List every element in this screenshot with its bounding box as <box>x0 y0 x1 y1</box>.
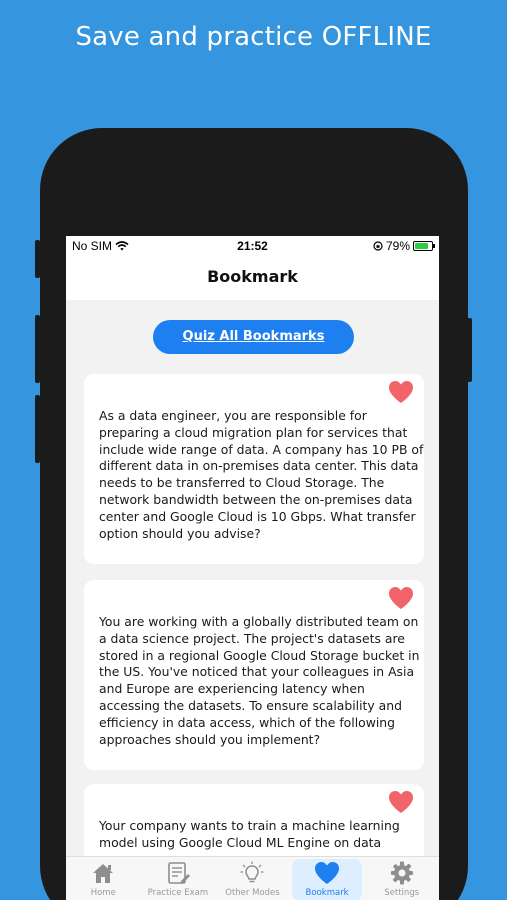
gear-icon <box>390 861 413 885</box>
tab-practice-exam[interactable]: Practice Exam <box>143 859 213 900</box>
tab-label: Other Modes <box>225 888 280 898</box>
lightbulb-icon <box>240 861 264 883</box>
status-bar: No SIM 21:52 79% <box>66 236 439 256</box>
heart-icon[interactable] <box>388 790 414 814</box>
battery-icon <box>413 241 435 251</box>
heart-icon[interactable] <box>388 380 414 404</box>
battery-fill <box>415 243 428 249</box>
bookmark-card[interactable]: You are working with a globally distribu… <box>84 580 424 770</box>
exam-icon <box>168 862 190 884</box>
heart-icon[interactable] <box>388 586 414 610</box>
tab-label: Practice Exam <box>147 888 209 898</box>
orientation-lock-icon <box>373 241 383 251</box>
tab-home[interactable]: Home <box>68 859 138 900</box>
app-screen: No SIM 21:52 79% Bookmark Quiz All Bookm… <box>66 236 439 900</box>
phone-volume-down-button <box>35 395 40 463</box>
question-text: Your company wants to train a machine le… <box>99 818 400 850</box>
quiz-all-bookmarks-button[interactable]: Quiz All Bookmarks <box>153 320 354 354</box>
phone-mute-button <box>35 240 40 278</box>
question-text: As a data engineer, you are responsible … <box>99 408 424 541</box>
bookmark-card[interactable]: As a data engineer, you are responsible … <box>84 374 424 564</box>
battery-percent: 79% <box>385 239 410 253</box>
page-title: Bookmark <box>207 267 298 286</box>
nav-bar: Bookmark <box>66 256 439 300</box>
tab-bar: Home Practice Exam Other Modes Bookmark … <box>66 856 439 900</box>
tab-label: Bookmark <box>305 888 349 898</box>
tab-bookmark[interactable]: Bookmark <box>292 859 363 900</box>
tab-settings[interactable]: Settings <box>367 859 437 900</box>
bookmark-list[interactable]: Quiz All Bookmarks As a data engineer, y… <box>66 300 439 900</box>
question-text: You are working with a globally distribu… <box>99 614 420 747</box>
tab-other-modes[interactable]: Other Modes <box>217 859 287 900</box>
tab-label: Home <box>90 888 116 898</box>
phone-power-button <box>467 318 472 382</box>
promo-headline: Save and practice OFFLINE <box>75 22 432 52</box>
home-icon <box>93 864 114 883</box>
phone-volume-up-button <box>35 315 40 383</box>
tab-label: Settings <box>384 888 420 898</box>
heart-icon <box>315 862 340 884</box>
